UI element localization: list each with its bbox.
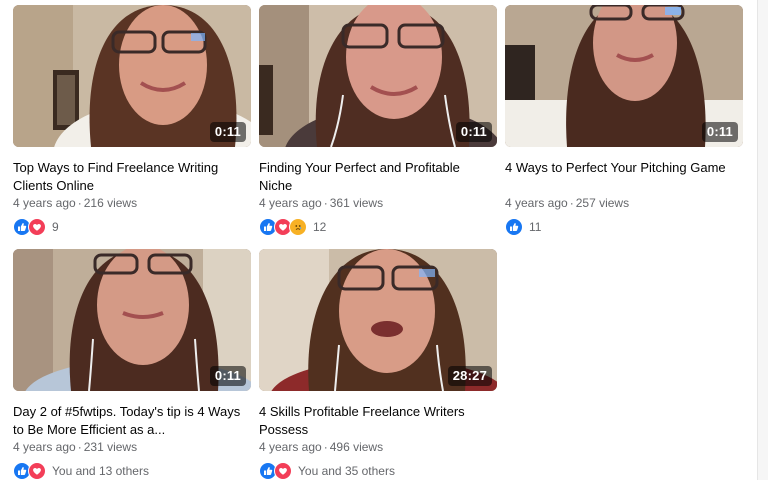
video-thumbnail[interactable]: 28:27: [259, 249, 497, 391]
video-duration: 0:11: [209, 366, 246, 386]
video-card[interactable]: 0:11 Finding Your Perfect and Profitable…: [259, 5, 497, 249]
reaction-count: 11: [529, 220, 542, 234]
video-card[interactable]: 28:27 4 Skills Profitable Freelance Writ…: [259, 249, 497, 480]
reaction-icons: [259, 218, 307, 236]
video-title[interactable]: 4 Skills Profitable Freelance Writers Po…: [259, 403, 497, 438]
video-age: 4 years ago: [259, 196, 322, 210]
video-title[interactable]: Day 2 of #5fwtips. Today's tip is 4 Ways…: [13, 403, 251, 438]
video-thumbnail[interactable]: 0:11: [13, 249, 251, 391]
video-meta: 4 years ago · 257 views: [505, 195, 743, 213]
like-reaction-icon: [505, 218, 523, 236]
video-age: 4 years ago: [13, 440, 76, 454]
reactions-summary[interactable]: You and 35 others: [259, 461, 497, 480]
video-thumbnail[interactable]: 0:11: [13, 5, 251, 147]
reaction-icons: [259, 462, 292, 480]
reaction-count: You and 35 others: [298, 464, 395, 478]
video-title[interactable]: Finding Your Perfect and Profitable Nich…: [259, 159, 497, 194]
sad-reaction-icon: [289, 218, 307, 236]
video-duration: 0:11: [209, 122, 246, 142]
video-card[interactable]: 0:11 4 Ways to Perfect Your Pitching Gam…: [505, 5, 743, 249]
video-thumbnail[interactable]: 0:11: [505, 5, 743, 147]
video-meta: 4 years ago · 231 views: [13, 439, 251, 457]
scrollbar[interactable]: [757, 0, 768, 480]
reactions-summary[interactable]: You and 13 others: [13, 461, 251, 480]
meta-separator: ·: [569, 196, 574, 210]
video-views: 216 views: [83, 196, 138, 210]
reaction-icons: [13, 462, 46, 480]
reactions-summary[interactable]: 12: [259, 217, 497, 237]
video-age: 4 years ago: [505, 196, 568, 210]
video-meta: 4 years ago · 361 views: [259, 195, 497, 213]
love-reaction-icon: [274, 462, 292, 480]
video-card[interactable]: 0:11 Top Ways to Find Freelance Writing …: [13, 5, 251, 249]
reaction-icons: [505, 218, 523, 236]
video-age: 4 years ago: [259, 440, 322, 454]
reaction-count: You and 13 others: [52, 464, 149, 478]
video-meta: 4 years ago · 496 views: [259, 439, 497, 457]
video-age: 4 years ago: [13, 196, 76, 210]
video-views: 361 views: [329, 196, 384, 210]
reactions-summary[interactable]: 9: [13, 217, 251, 237]
video-meta: 4 years ago · 216 views: [13, 195, 251, 213]
video-views: 257 views: [575, 196, 630, 210]
video-duration: 28:27: [447, 366, 492, 386]
video-views: 496 views: [329, 440, 384, 454]
reactions-summary[interactable]: 11: [505, 217, 743, 237]
video-duration: 0:11: [455, 122, 492, 142]
video-title[interactable]: 4 Ways to Perfect Your Pitching Game: [505, 159, 743, 194]
video-thumbnail[interactable]: 0:11: [259, 5, 497, 147]
reaction-count: 12: [313, 220, 327, 234]
reaction-count: 9: [52, 220, 59, 234]
meta-separator: ·: [77, 196, 82, 210]
video-views: 231 views: [83, 440, 138, 454]
video-grid-page: 0:11 Top Ways to Find Freelance Writing …: [0, 0, 768, 480]
love-reaction-icon: [28, 218, 46, 236]
meta-separator: ·: [77, 440, 82, 454]
video-card[interactable]: 0:11 Day 2 of #5fwtips. Today's tip is 4…: [13, 249, 251, 480]
love-reaction-icon: [28, 462, 46, 480]
video-grid: 0:11 Top Ways to Find Freelance Writing …: [13, 5, 743, 480]
reaction-icons: [13, 218, 46, 236]
meta-separator: ·: [323, 196, 328, 210]
video-duration: 0:11: [701, 122, 738, 142]
meta-separator: ·: [323, 440, 328, 454]
video-title[interactable]: Top Ways to Find Freelance Writing Clien…: [13, 159, 251, 194]
